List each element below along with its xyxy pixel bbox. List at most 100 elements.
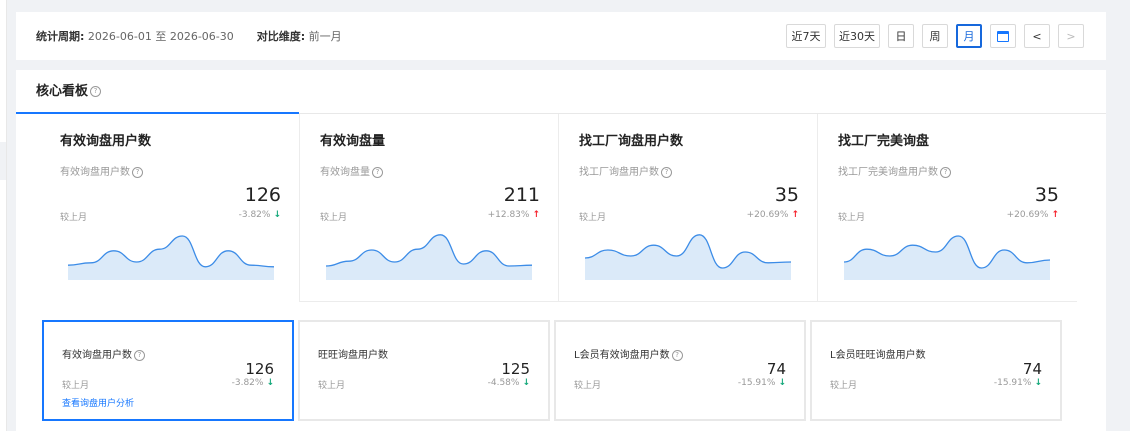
kpi-change: +20.69% ↑ xyxy=(1007,210,1059,220)
subcard-title-text: 旺旺询盘用户数 xyxy=(318,350,388,361)
subcard-compare-label: 较上月 xyxy=(830,381,858,391)
last-7-days-button[interactable]: 近7天 xyxy=(786,24,826,48)
kpi-compare-label: 较上月 xyxy=(838,213,866,223)
dashboard-title-text: 核心看板 xyxy=(36,84,89,99)
period-info: 统计周期: 2026-06-01 至 2026-06-30 对比维度: 前一月 xyxy=(16,28,342,44)
left-sidebar-edge xyxy=(0,0,7,431)
sidebar-highlight xyxy=(0,142,6,180)
subcard-compare-label: 较上月 xyxy=(574,381,602,391)
kpi-change: -3.82% ↓ xyxy=(239,210,281,220)
subcard-title-text: 有效询盘用户数 xyxy=(62,350,132,361)
kpi-value: 35 xyxy=(774,184,799,206)
filter-bar: 统计周期: 2026-06-01 至 2026-06-30 对比维度: 前一月 … xyxy=(16,12,1106,60)
day-button[interactable]: 日 xyxy=(888,24,914,48)
period-value: 2026-06-01 至 2026-06-30 xyxy=(87,30,234,43)
help-icon[interactable]: ? xyxy=(132,166,143,178)
dashboard-title: 核心看板? xyxy=(36,80,102,99)
subcard-change: -15.91% ↓ xyxy=(738,378,786,388)
period-label: 统计周期: xyxy=(36,30,85,43)
kpi-subtitle: 有效询盘用户数? xyxy=(60,163,143,178)
kpi-subtitle: 有效询盘量? xyxy=(320,163,383,178)
subcard-change-value: -15.91% xyxy=(993,378,1032,388)
core-dashboard: 核心看板? 有效询盘用户数 有效询盘用户数? 126 较上月 -3.82% ↓ 有效询盘量有… xyxy=(16,70,1106,431)
subcard-change-value: -15.91% xyxy=(737,378,776,388)
sparkline-chart xyxy=(844,235,1050,280)
period-buttons: 近7天 近30天 日 周 月 < > xyxy=(786,24,1084,48)
kpi-change-value: +20.69% xyxy=(1006,210,1049,220)
help-icon[interactable]: ? xyxy=(661,166,672,178)
subcard-change: -15.91% ↓ xyxy=(994,378,1042,388)
kpi-card[interactable]: 找工厂完美询盘找工厂完美询盘用户数? 35 较上月 +20.69% ↑ xyxy=(818,114,1077,302)
kpi-change-value: -3.82% xyxy=(238,210,271,220)
subcard-title-text: L会员有效询盘用户数 xyxy=(574,350,670,361)
sparkline-area xyxy=(844,236,1050,280)
arrow-up-icon: ↑ xyxy=(1051,210,1059,220)
subcard-title: L会员旺旺询盘用户数 xyxy=(830,346,926,361)
help-icon[interactable]: ? xyxy=(671,349,683,361)
calendar-button[interactable] xyxy=(990,24,1016,48)
kpi-card[interactable]: 找工厂询盘用户数 找工厂询盘用户数? 35 较上月 +20.69% ↑ xyxy=(559,114,818,302)
chevron-left-icon: < xyxy=(1032,29,1042,43)
kpi-title: 有效询盘用户数 xyxy=(60,134,152,149)
subcard-change: -4.58% ↓ xyxy=(488,378,530,388)
month-button[interactable]: 月 xyxy=(956,24,982,48)
kpi-value: 35 xyxy=(1034,184,1059,206)
kpi-title: 有效询盘量 xyxy=(320,134,386,149)
subcard-title: 有效询盘用户数? xyxy=(62,346,145,361)
kpi-subtitle-text: 找工厂询盘用户数 xyxy=(579,167,659,178)
prev-button[interactable]: < xyxy=(1024,24,1050,48)
kpi-row: 有效询盘用户数 有效询盘用户数? 126 较上月 -3.82% ↓ 有效询盘量 有效询盘量? 2… xyxy=(16,114,1078,302)
help-icon[interactable]: ? xyxy=(90,86,102,97)
kpi-value: 126 xyxy=(244,184,281,206)
arrow-down-icon: ↓ xyxy=(522,378,530,388)
kpi-title: 找工厂完美询盘 xyxy=(838,134,930,149)
subcard-value: 74 xyxy=(1022,360,1042,378)
kpi-compare-label: 较上月 xyxy=(320,213,348,223)
kpi-value: 211 xyxy=(503,184,540,206)
metric-subcard[interactable]: L会员旺旺询盘用户数 74 较上月 -15.91% ↓ xyxy=(810,320,1062,421)
chevron-right-icon: > xyxy=(1066,29,1076,43)
kpi-subtitle-text: 有效询盘量 xyxy=(320,167,370,178)
subcard-change: -3.82% ↓ xyxy=(232,378,274,388)
metric-subcard[interactable]: 有效询盘用户数? 126 较上月 -3.82% ↓ 查看询盘用户分析 xyxy=(42,320,294,421)
arrow-up-icon: ↑ xyxy=(532,210,540,220)
subcard-change-value: -4.58% xyxy=(487,378,520,388)
subcard-title: 旺旺询盘用户数 xyxy=(318,346,388,361)
subcard-compare-label: 较上月 xyxy=(318,381,346,391)
kpi-card[interactable]: 有效询盘用户数 有效询盘用户数? 126 较上月 -3.82% ↓ xyxy=(16,114,300,302)
kpi-change: +12.83% ↑ xyxy=(488,210,540,220)
subcard-value: 125 xyxy=(501,360,530,378)
sparkline-chart xyxy=(585,234,791,280)
kpi-card[interactable]: 有效询盘量 有效询盘量? 211 较上月 +12.83% ↑ xyxy=(300,114,559,302)
kpi-compare-label: 较上月 xyxy=(60,213,88,223)
week-button[interactable]: 周 xyxy=(922,24,948,48)
kpi-change-value: +20.69% xyxy=(746,210,789,220)
help-icon[interactable]: ? xyxy=(940,166,951,178)
last-30-days-button[interactable]: 近30天 xyxy=(834,24,880,48)
next-button[interactable]: > xyxy=(1058,24,1084,48)
sparkline-chart xyxy=(326,234,532,280)
metric-subcard[interactable]: 旺旺询盘用户数 125 较上月 -4.58% ↓ xyxy=(298,320,550,421)
compare-label: 对比维度: xyxy=(256,30,306,43)
view-inquiry-analysis-link[interactable]: 查看询盘用户分析 xyxy=(62,396,134,409)
kpi-title: 找工厂询盘用户数 xyxy=(579,134,684,149)
kpi-subtitle: 找工厂询盘用户数? xyxy=(579,163,672,178)
arrow-up-icon: ↑ xyxy=(791,210,799,220)
kpi-subtitle-text: 有效询盘用户数 xyxy=(60,167,130,178)
arrow-down-icon: ↓ xyxy=(273,210,281,220)
calendar-icon xyxy=(997,30,1009,42)
kpi-subtitle: 找工厂完美询盘用户数? xyxy=(838,163,951,178)
compare-value: 前一月 xyxy=(308,30,342,43)
help-icon[interactable]: ? xyxy=(372,166,383,178)
sparkline-chart xyxy=(68,235,274,280)
kpi-compare-label: 较上月 xyxy=(579,213,607,223)
help-icon[interactable]: ? xyxy=(134,349,145,361)
subcard-value: 126 xyxy=(245,360,274,378)
subcard-row: 有效询盘用户数? 126 较上月 -3.82% ↓ 查看询盘用户分析 旺旺询盘用户数 125 较… xyxy=(42,320,1064,421)
subcard-compare-label: 较上月 xyxy=(62,381,90,391)
kpi-change: +20.69% ↑ xyxy=(747,210,799,220)
metric-subcard[interactable]: L会员有效询盘用户数? 74 较上月 -15.91% ↓ xyxy=(554,320,806,421)
arrow-down-icon: ↓ xyxy=(1034,378,1042,388)
subcard-title: L会员有效询盘用户数? xyxy=(574,346,683,361)
arrow-down-icon: ↓ xyxy=(778,378,786,388)
